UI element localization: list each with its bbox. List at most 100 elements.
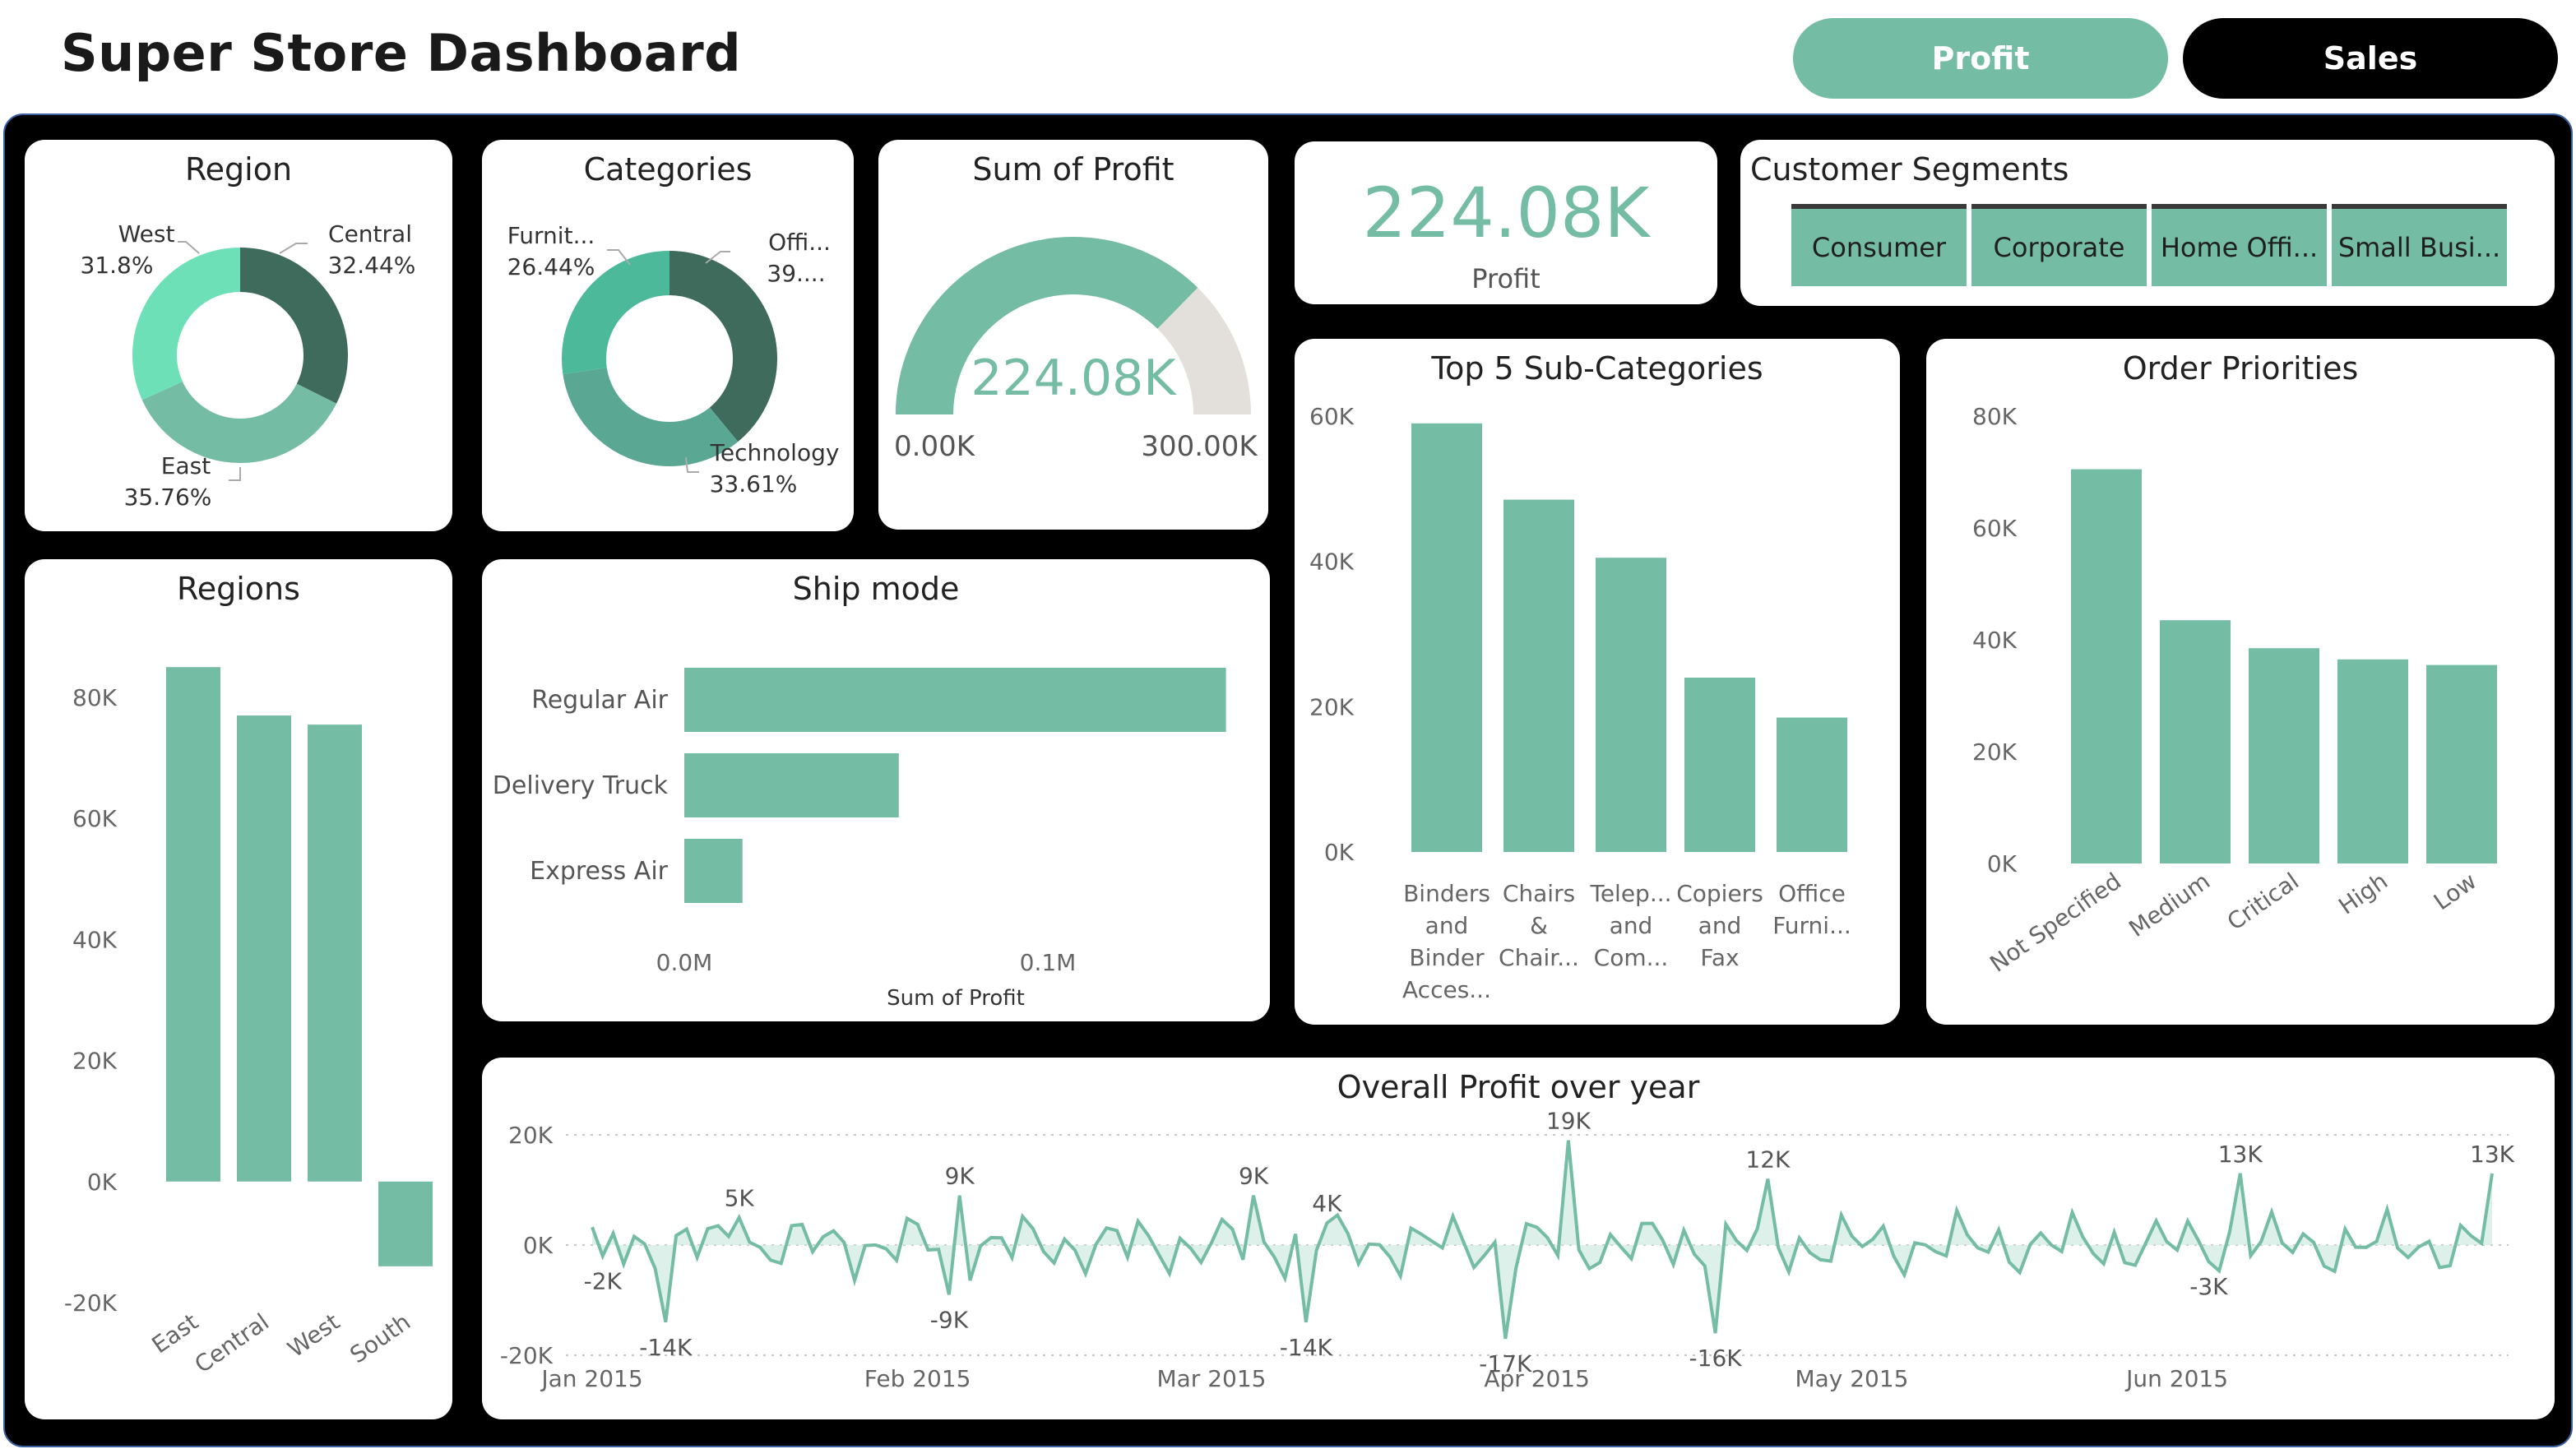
categories-label-office-name: Offi... [768, 229, 831, 256]
overall-xtick-jun-2015: Jun 2015 [2124, 1365, 2228, 1392]
kpi-label: Profit [1471, 263, 1541, 294]
overall-area-chart[interactable]: 20K0K-20KJan 2015 Feb 2015 Mar 2015 Apr 201… [482, 1058, 2555, 1419]
page-title: Super Store Dashboard [61, 23, 742, 83]
overall-datalabel-12k-112: 12K [1745, 1146, 1791, 1174]
overall-datalabel-19k-93: 19K [1546, 1108, 1591, 1135]
top5-bar-chart[interactable]: 60K 40K 20K 0K Binders and Binder Acces... Chair… [1295, 339, 1900, 1025]
priorities-bar-medium[interactable] [2160, 620, 2231, 863]
top5-bar-chairs-chair[interactable] [1503, 499, 1574, 852]
gauge-value: 224.08K [971, 350, 1177, 407]
priorities-xlabel-low: Low [2429, 868, 2481, 916]
region-card: Region West 31.8% Central 32.44% East 35… [25, 140, 452, 531]
overall-datalabel-13k-157: 13K [2218, 1141, 2263, 1168]
region-label-central-pct: 32.44% [328, 252, 416, 279]
overall-datalabel-5k-14: 5K [725, 1185, 755, 1212]
priorities-xlabel-critical: Critical [2222, 868, 2304, 936]
gauge-min: 0.00K [894, 430, 976, 463]
priorities-xlabel-high: High [2333, 868, 2393, 920]
top5-ytick-20k: 20K [1309, 693, 1355, 720]
priorities-bar-critical[interactable] [2249, 648, 2319, 863]
categories-donut-chart[interactable]: Furnit... 26.44% Offi... 39.... Technolo… [482, 140, 854, 531]
segments-slicer: Consumer Corporate Home Offi... Small Bu… [1791, 204, 2507, 286]
priorities-xlabel-medium: Medium [2124, 868, 2215, 942]
regions-xlabel-east: East [147, 1308, 203, 1359]
overall-ytick-0k: 0K [523, 1232, 554, 1259]
region-label-east-pct: 35.76% [124, 484, 212, 511]
segment-home-office[interactable]: Home Offi... [2152, 204, 2327, 286]
priorities-ytick-20k: 20K [1972, 738, 2018, 766]
sales-button[interactable]: Sales [2183, 18, 2558, 99]
top5-bar-telep-and-com[interactable] [1596, 558, 1666, 852]
shipmode-bar-delivery-truck[interactable] [684, 753, 899, 817]
priorities-bar-not-specified[interactable] [2071, 469, 2142, 863]
priorities-bar-low[interactable] [2426, 664, 2497, 863]
categories-label-technology-name: Technology [710, 439, 840, 466]
overall-datalabel-13k-181: 13K [2470, 1141, 2515, 1168]
categories-label-office-pct: 39.... [767, 260, 825, 287]
regions-card: Regions 80K 60K 40K 20K 0K -20K East Central Wes… [25, 559, 452, 1419]
priorities-ytick-40k: 40K [1972, 627, 2018, 654]
kpi-card: 224.08K Profit [1295, 141, 1717, 304]
overall-xtick-feb-2015: Feb 2015 [864, 1365, 971, 1392]
shipmode-ylabel-express-air: Express Air [530, 857, 669, 886]
priorities-bar-high[interactable] [2337, 659, 2408, 863]
top5-xlabel-telep-and-com-0: Telep... [1589, 880, 1671, 907]
overall-datalabel-9k-63: 9K [1239, 1163, 1269, 1190]
top5-bar-binders-and-binder-acces[interactable] [1411, 423, 1482, 852]
profit-button[interactable]: Profit [1793, 18, 2168, 99]
gauge-chart[interactable]: 224.08K 0.00K 300.00K [878, 140, 1268, 530]
top5-xlabel-telep-and-com-2: Com... [1594, 944, 1669, 971]
overall-datalabel-16k-107: -16K [1689, 1345, 1743, 1372]
top5-card: Top 5 Sub-Categories 60K 40K 20K 0K Binders a… [1295, 339, 1900, 1025]
top5-xlabel-binders-and-binder-acces-1: and [1425, 912, 1469, 939]
regions-bar-central[interactable] [237, 715, 291, 1182]
categories-label-technology-pct: 33.61% [710, 470, 798, 498]
top5-xlabel-office-furni-0: Office [1778, 880, 1846, 907]
top5-xlabel-binders-and-binder-acces-3: Acces... [1402, 976, 1491, 1003]
regions-ytick-80k: 80K [72, 684, 118, 711]
region-label-central-name: Central [328, 220, 412, 248]
regions-bar-chart[interactable]: 80K 60K 40K 20K 0K -20K EastCentral West South [25, 559, 452, 1419]
top5-xlabel-chairs-chair-1: & [1530, 912, 1548, 939]
overall-datalabel-9k-35: 9K [945, 1163, 975, 1190]
region-donut-chart[interactable]: West 31.8% Central 32.44% East 35.76% [25, 140, 452, 531]
top5-xlabel-copiers-and-fax-2: Fax [1700, 944, 1739, 971]
overall-datalabel-17k-87: -17K [1479, 1350, 1532, 1377]
region-label-east-name: East [161, 452, 211, 479]
top5-xlabel-chairs-chair-2: Chair... [1499, 944, 1579, 971]
regions-xlabel-west: West [283, 1308, 345, 1363]
segment-small-business[interactable]: Small Busi... [2332, 204, 2507, 286]
overall-xtick-may-2015: May 2015 [1795, 1365, 1908, 1392]
top5-bar-copiers-and-fax[interactable] [1684, 678, 1755, 852]
shipmode-ylabel-regular-air: Regular Air [531, 686, 668, 715]
shipmode-xtick-0-0m: 0.0M [656, 949, 713, 976]
region-label-west-pct: 31.8% [81, 252, 154, 279]
top5-bar-office-furni[interactable] [1777, 717, 1847, 852]
gauge-card: Sum of Profit 224.08K 0.00K 300.00K [878, 140, 1268, 530]
region-label-west-name: West [118, 220, 175, 248]
gauge-max: 300.00K [1141, 430, 1258, 463]
shipmode-bar-chart[interactable]: Regular Air Delivery Truck Express Air 0.0M… [482, 559, 1270, 1021]
top5-xlabel-copiers-and-fax-1: and [1698, 912, 1742, 939]
regions-bar-east[interactable] [166, 667, 220, 1182]
regions-xlabel-south: South [345, 1308, 415, 1369]
shipmode-ylabel-delivery-truck: Delivery Truck [493, 771, 669, 800]
regions-xlabel-central: Central [190, 1308, 274, 1379]
overall-datalabel-3k-154: -3K [2189, 1273, 2228, 1300]
priorities-ytick-0k: 0K [1987, 850, 2018, 877]
shipmode-bar-express-air[interactable] [684, 839, 743, 903]
regions-bar-south[interactable] [378, 1181, 433, 1266]
top5-ytick-40k: 40K [1309, 549, 1355, 576]
shipmode-bar-regular-air[interactable] [684, 668, 1226, 732]
priorities-ytick-80k: 80K [1972, 403, 2018, 430]
regions-ytick-60k: 60K [72, 805, 118, 832]
priorities-card: Order Priorities 80K 60K 40K 20K 0K Not Speci… [1926, 339, 2555, 1025]
priorities-bar-chart[interactable]: 80K 60K 40K 20K 0KNot SpecifiedMedium Critica… [1926, 339, 2555, 1025]
segment-corporate[interactable]: Corporate [1971, 204, 2147, 286]
shipmode-xlabel: Sum of Profit [887, 986, 1025, 1011]
regions-bar-west[interactable] [308, 724, 362, 1182]
segment-consumer[interactable]: Consumer [1791, 204, 1967, 286]
categories-label-furniture-name: Furnit... [507, 222, 595, 249]
top5-ytick-0k: 0K [1324, 839, 1355, 866]
overall-xtick-mar-2015: Mar 2015 [1156, 1365, 1266, 1392]
